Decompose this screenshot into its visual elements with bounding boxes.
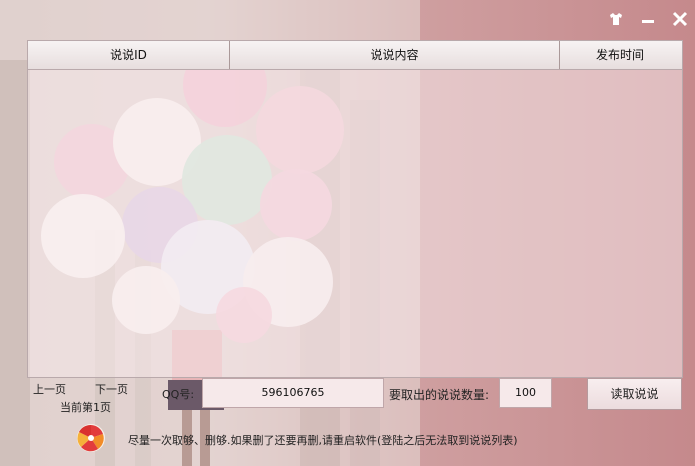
- app-logo-icon: [77, 424, 105, 452]
- column-header-time[interactable]: 发布时间: [560, 41, 680, 69]
- count-input[interactable]: 100: [499, 378, 552, 408]
- skin-button[interactable]: [607, 10, 625, 28]
- window-controls: [607, 10, 689, 28]
- read-posts-button[interactable]: 读取说说: [587, 378, 682, 410]
- posts-list[interactable]: 说说ID 说说内容 发布时间: [27, 40, 683, 378]
- qq-label: QQ号:: [162, 388, 195, 401]
- list-rows: [28, 70, 682, 376]
- column-header-content[interactable]: 说说内容: [230, 41, 560, 69]
- minimize-icon: [642, 20, 654, 23]
- current-page-label: 当前第1页: [60, 401, 111, 414]
- close-button[interactable]: [671, 10, 689, 28]
- count-label: 要取出的说说数量:: [389, 388, 490, 402]
- qq-input[interactable]: 596106765: [202, 378, 384, 408]
- shirt-icon: [610, 13, 622, 25]
- list-header: 说说ID 说说内容 发布时间: [28, 41, 682, 70]
- column-header-id[interactable]: 说说ID: [28, 41, 230, 69]
- notice-text: 尽量一次取够、删够.如果删了还要再删,请重启软件(登陆之后无法取到说说列表): [128, 434, 518, 447]
- app-window: 说说ID 说说内容 发布时间 上一页 下一页 当前第1页 QQ号: 596106…: [0, 0, 695, 466]
- minimize-button[interactable]: [639, 10, 657, 28]
- next-page-link[interactable]: 下一页: [95, 381, 128, 397]
- close-icon: [672, 11, 688, 27]
- prev-page-link[interactable]: 上一页: [33, 381, 66, 397]
